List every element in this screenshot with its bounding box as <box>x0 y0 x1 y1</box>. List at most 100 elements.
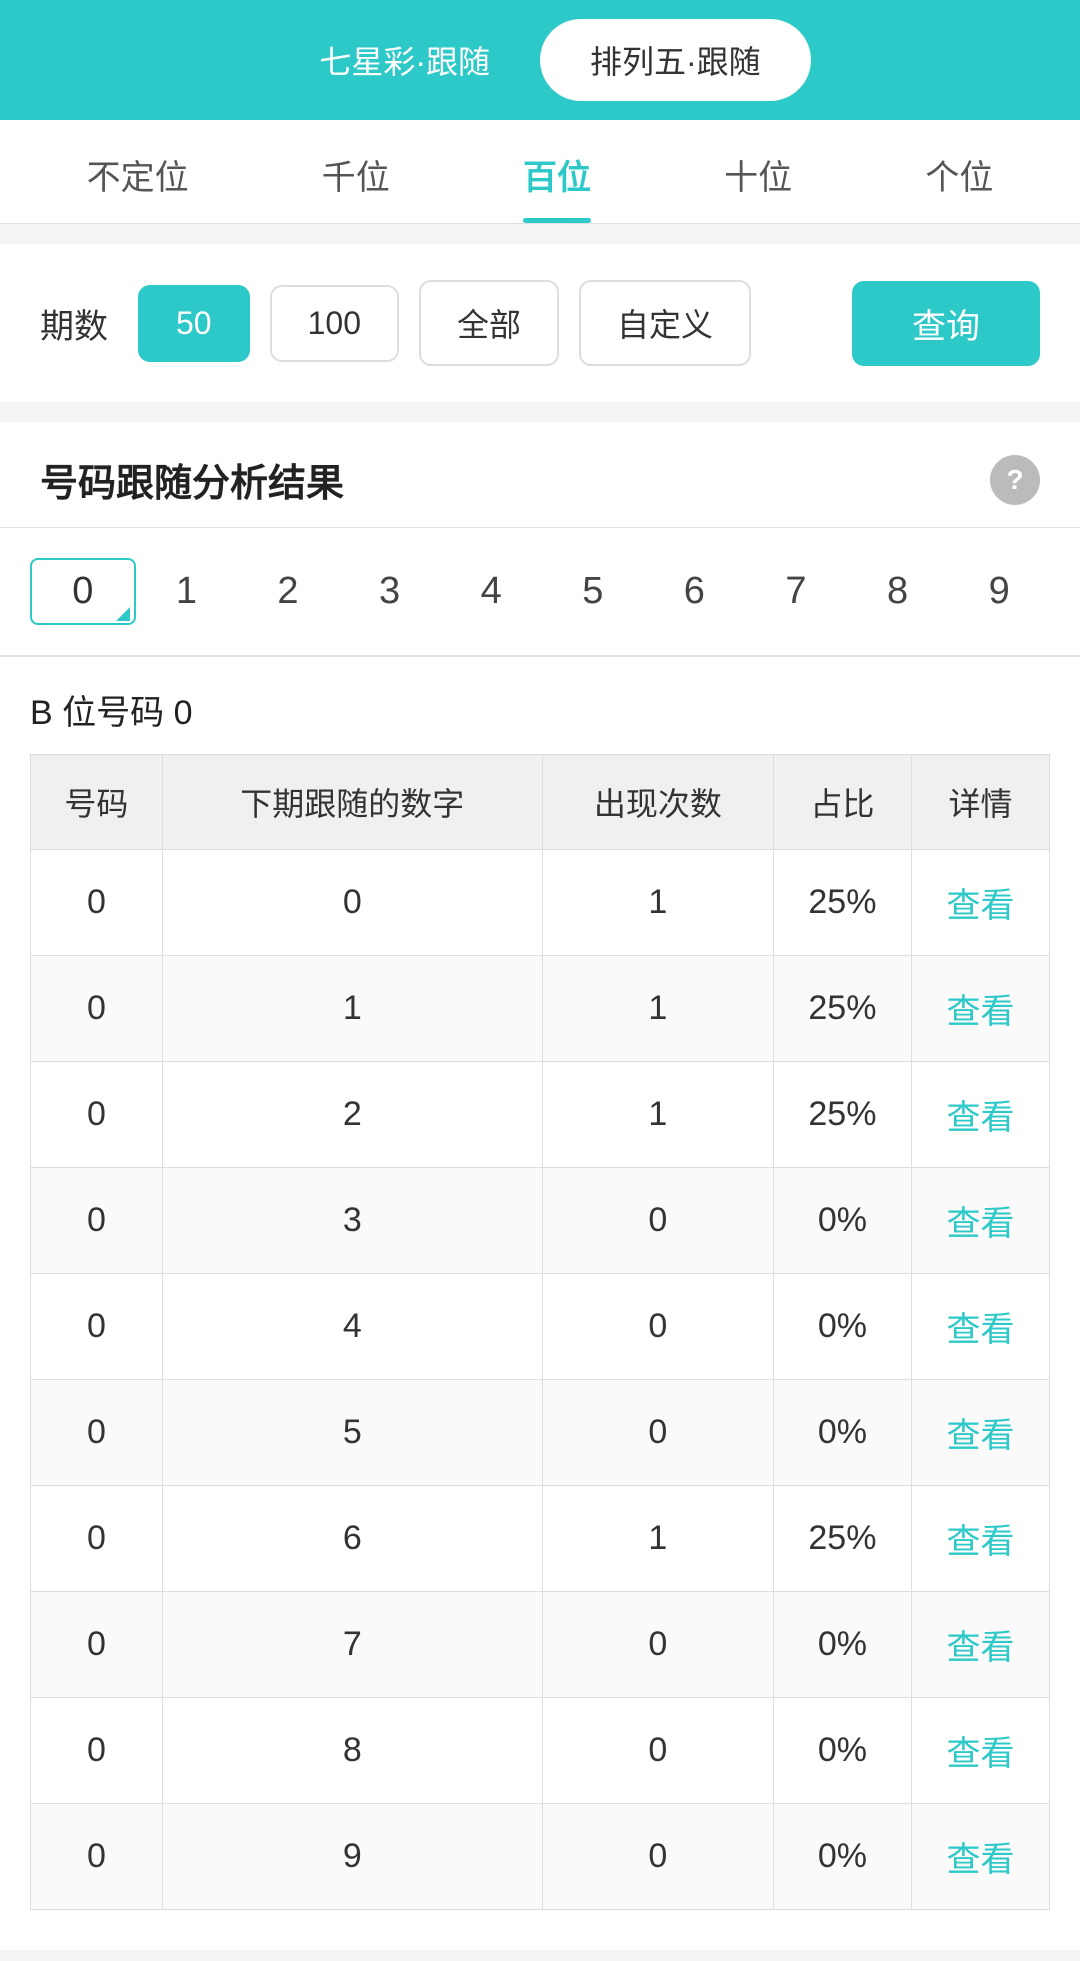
table-row: 01125%查看 <box>31 956 1050 1062</box>
cell-haoma: 0 <box>31 1168 163 1274</box>
cell-next: 7 <box>162 1592 542 1698</box>
cell-next: 1 <box>162 956 542 1062</box>
cell-haoma: 0 <box>31 1698 163 1804</box>
period-btn-all[interactable]: 全部 <box>419 280 559 366</box>
col-detail: 详情 <box>911 755 1049 850</box>
position-tabs: 不定位 千位 百位 十位 个位 <box>0 120 1080 224</box>
analysis-title: 号码跟随分析结果 <box>40 452 344 507</box>
cell-detail[interactable]: 查看 <box>911 1486 1049 1592</box>
cell-haoma: 0 <box>31 1486 163 1592</box>
cell-haoma: 0 <box>31 1804 163 1910</box>
period-btn-100[interactable]: 100 <box>270 285 399 362</box>
cell-haoma: 0 <box>31 1592 163 1698</box>
period-btn-custom[interactable]: 自定义 <box>579 280 751 366</box>
table-row: 0800%查看 <box>31 1698 1050 1804</box>
cell-next: 0 <box>162 850 542 956</box>
number-item-5[interactable]: 5 <box>542 560 644 623</box>
period-label: 期数 <box>40 299 108 348</box>
table-row: 02125%查看 <box>31 1062 1050 1168</box>
cell-next: 6 <box>162 1486 542 1592</box>
header-tabs: 七星彩·跟随 排列五·跟随 <box>269 19 810 101</box>
table-container: B 位号码 0 号码 下期跟随的数字 出现次数 占比 详情 00125%查看01… <box>0 657 1080 1950</box>
tab-pailiewu[interactable]: 排列五·跟随 <box>540 19 811 101</box>
number-item-0[interactable]: 0 <box>30 558 136 625</box>
header: 七星彩·跟随 排列五·跟随 <box>0 0 1080 120</box>
cell-ratio: 0% <box>773 1380 911 1486</box>
cell-detail[interactable]: 查看 <box>911 850 1049 956</box>
table-section-title: B 位号码 0 <box>30 657 1050 754</box>
cell-haoma: 0 <box>31 1062 163 1168</box>
cell-count: 0 <box>542 1380 773 1486</box>
number-item-2[interactable]: 2 <box>237 560 339 623</box>
cell-detail[interactable]: 查看 <box>911 956 1049 1062</box>
cell-ratio: 0% <box>773 1804 911 1910</box>
cell-haoma: 0 <box>31 850 163 956</box>
cell-next: 4 <box>162 1274 542 1380</box>
table-row: 00125%查看 <box>31 850 1050 956</box>
number-item-4[interactable]: 4 <box>440 560 542 623</box>
cell-next: 8 <box>162 1698 542 1804</box>
cell-count: 1 <box>542 1486 773 1592</box>
cell-ratio: 0% <box>773 1274 911 1380</box>
number-item-7[interactable]: 7 <box>745 560 847 623</box>
help-icon[interactable]: ? <box>990 455 1040 505</box>
tab-qianwei[interactable]: 千位 <box>322 150 390 223</box>
cell-detail[interactable]: 查看 <box>911 1804 1049 1910</box>
analysis-header: 号码跟随分析结果 ? <box>0 422 1080 528</box>
number-item-6[interactable]: 6 <box>644 560 746 623</box>
cell-ratio: 0% <box>773 1698 911 1804</box>
cell-detail[interactable]: 查看 <box>911 1274 1049 1380</box>
cell-ratio: 0% <box>773 1592 911 1698</box>
cell-haoma: 0 <box>31 956 163 1062</box>
query-button[interactable]: 查询 <box>852 281 1040 366</box>
cell-next: 3 <box>162 1168 542 1274</box>
number-item-1[interactable]: 1 <box>136 560 238 623</box>
cell-next: 5 <box>162 1380 542 1486</box>
cell-haoma: 0 <box>31 1274 163 1380</box>
cell-count: 0 <box>542 1592 773 1698</box>
cell-count: 1 <box>542 1062 773 1168</box>
table-row: 0400%查看 <box>31 1274 1050 1380</box>
cell-next: 2 <box>162 1062 542 1168</box>
period-section: 期数 50 100 全部 自定义 查询 <box>0 244 1080 402</box>
table-row: 0700%查看 <box>31 1592 1050 1698</box>
cell-detail[interactable]: 查看 <box>911 1168 1049 1274</box>
number-item-9[interactable]: 9 <box>948 560 1050 623</box>
table-header-row: 号码 下期跟随的数字 出现次数 占比 详情 <box>31 755 1050 850</box>
col-haoma: 号码 <box>31 755 163 850</box>
cell-detail[interactable]: 查看 <box>911 1592 1049 1698</box>
number-selector: 0 1 2 3 4 5 6 7 8 9 <box>0 528 1080 657</box>
cell-detail[interactable]: 查看 <box>911 1698 1049 1804</box>
cell-next: 9 <box>162 1804 542 1910</box>
cell-count: 0 <box>542 1698 773 1804</box>
tab-qixingcai[interactable]: 七星彩·跟随 <box>269 19 540 101</box>
tab-gewei[interactable]: 个位 <box>925 150 993 223</box>
cell-count: 0 <box>542 1274 773 1380</box>
tab-baiwei[interactable]: 百位 <box>523 150 591 223</box>
cell-ratio: 25% <box>773 956 911 1062</box>
tab-shiwei[interactable]: 十位 <box>724 150 792 223</box>
tab-budingwei[interactable]: 不定位 <box>87 150 189 223</box>
table-row: 0500%查看 <box>31 1380 1050 1486</box>
col-ratio: 占比 <box>773 755 911 850</box>
period-btn-50[interactable]: 50 <box>138 285 250 362</box>
cell-haoma: 0 <box>31 1380 163 1486</box>
table-row: 06125%查看 <box>31 1486 1050 1592</box>
cell-ratio: 25% <box>773 1486 911 1592</box>
analysis-table: 号码 下期跟随的数字 出现次数 占比 详情 00125%查看01125%查看02… <box>30 754 1050 1910</box>
cell-count: 0 <box>542 1804 773 1910</box>
cell-count: 1 <box>542 956 773 1062</box>
table-row: 0300%查看 <box>31 1168 1050 1274</box>
cell-ratio: 25% <box>773 850 911 956</box>
cell-detail[interactable]: 查看 <box>911 1062 1049 1168</box>
cell-count: 1 <box>542 850 773 956</box>
cell-ratio: 25% <box>773 1062 911 1168</box>
cell-count: 0 <box>542 1168 773 1274</box>
col-count: 出现次数 <box>542 755 773 850</box>
number-item-8[interactable]: 8 <box>847 560 949 623</box>
number-item-3[interactable]: 3 <box>339 560 441 623</box>
cell-detail[interactable]: 查看 <box>911 1380 1049 1486</box>
cell-ratio: 0% <box>773 1168 911 1274</box>
table-row: 0900%查看 <box>31 1804 1050 1910</box>
col-next: 下期跟随的数字 <box>162 755 542 850</box>
